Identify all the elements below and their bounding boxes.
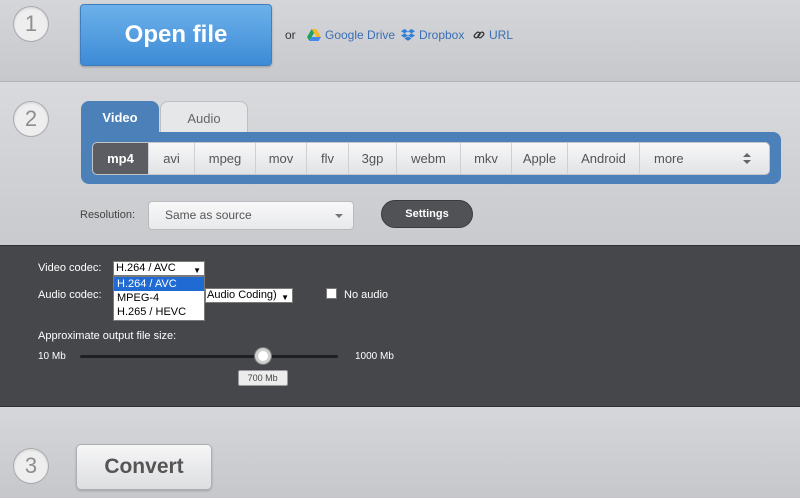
google-drive-link[interactable]: Google Drive: [307, 28, 395, 42]
format-3gp[interactable]: 3gp: [349, 143, 397, 174]
format-webm[interactable]: webm: [397, 143, 461, 174]
video-codec-option[interactable]: MPEG-4: [114, 291, 204, 305]
video-codec-dropdown[interactable]: H.264 / AVC MPEG-4 H.265 / HEVC: [113, 276, 205, 321]
file-size-slider[interactable]: [80, 355, 338, 358]
url-link[interactable]: URL: [473, 28, 513, 42]
audio-codec-select[interactable]: Audio Coding) ▼: [205, 288, 293, 303]
format-mpeg[interactable]: mpeg: [195, 143, 256, 174]
format-mp4[interactable]: mp4: [93, 143, 149, 174]
no-audio-label: No audio: [344, 289, 389, 301]
tab-audio[interactable]: Audio: [160, 101, 248, 135]
format-more-label: more: [654, 151, 684, 166]
step-2-number: 2: [13, 101, 49, 137]
resolution-value: Same as source: [165, 208, 252, 222]
audio-codec-value: Audio Coding): [207, 289, 277, 301]
google-drive-label: Google Drive: [325, 28, 396, 42]
video-codec-label: Video codec:: [38, 262, 102, 274]
video-codec-option[interactable]: H.265 / HEVC: [114, 305, 204, 319]
resolution-select[interactable]: Same as source: [148, 201, 354, 230]
video-codec-value: H.264 / AVC: [116, 262, 176, 274]
dropbox-icon: [401, 29, 415, 41]
audio-codec-label: Audio codec:: [38, 289, 102, 301]
google-drive-icon: [307, 29, 321, 41]
no-audio-checkbox[interactable]: [326, 288, 337, 299]
format-apple[interactable]: Apple: [512, 143, 568, 174]
size-min-label: 10 Mb: [38, 351, 66, 362]
or-text: or: [285, 28, 296, 42]
open-file-button[interactable]: Open file: [80, 4, 272, 66]
format-android[interactable]: Android: [568, 143, 640, 174]
dropbox-link[interactable]: Dropbox: [401, 28, 464, 42]
slider-value-tooltip: 700 Mb: [237, 370, 288, 386]
chevron-down-icon: ▼: [281, 293, 289, 302]
step-3-number: 3: [13, 448, 49, 484]
video-codec-option[interactable]: H.264 / AVC: [114, 277, 204, 291]
resolution-label: Resolution:: [80, 209, 136, 221]
video-codec-select[interactable]: H.264 / AVC ▼: [113, 261, 205, 276]
dropbox-label: Dropbox: [419, 28, 465, 42]
chevron-down-icon: [335, 214, 343, 218]
convert-button[interactable]: Convert: [76, 444, 212, 490]
format-avi[interactable]: avi: [149, 143, 195, 174]
tab-video[interactable]: Video: [81, 101, 159, 135]
format-more[interactable]: more: [640, 143, 765, 174]
format-bar: mp4 avi mpeg mov flv 3gp webm mkv Apple …: [92, 142, 770, 175]
step-1-number: 1: [13, 6, 49, 42]
size-max-label: 1000 Mb: [355, 351, 394, 362]
settings-button[interactable]: Settings: [381, 200, 473, 228]
url-label: URL: [489, 28, 514, 42]
link-icon: [473, 31, 485, 39]
up-down-arrow-icon: [743, 153, 751, 164]
file-size-label: Approximate output file size:: [38, 330, 177, 342]
format-mkv[interactable]: mkv: [461, 143, 512, 174]
slider-handle[interactable]: [254, 348, 271, 364]
format-mov[interactable]: mov: [256, 143, 307, 174]
format-flv[interactable]: flv: [307, 143, 349, 174]
